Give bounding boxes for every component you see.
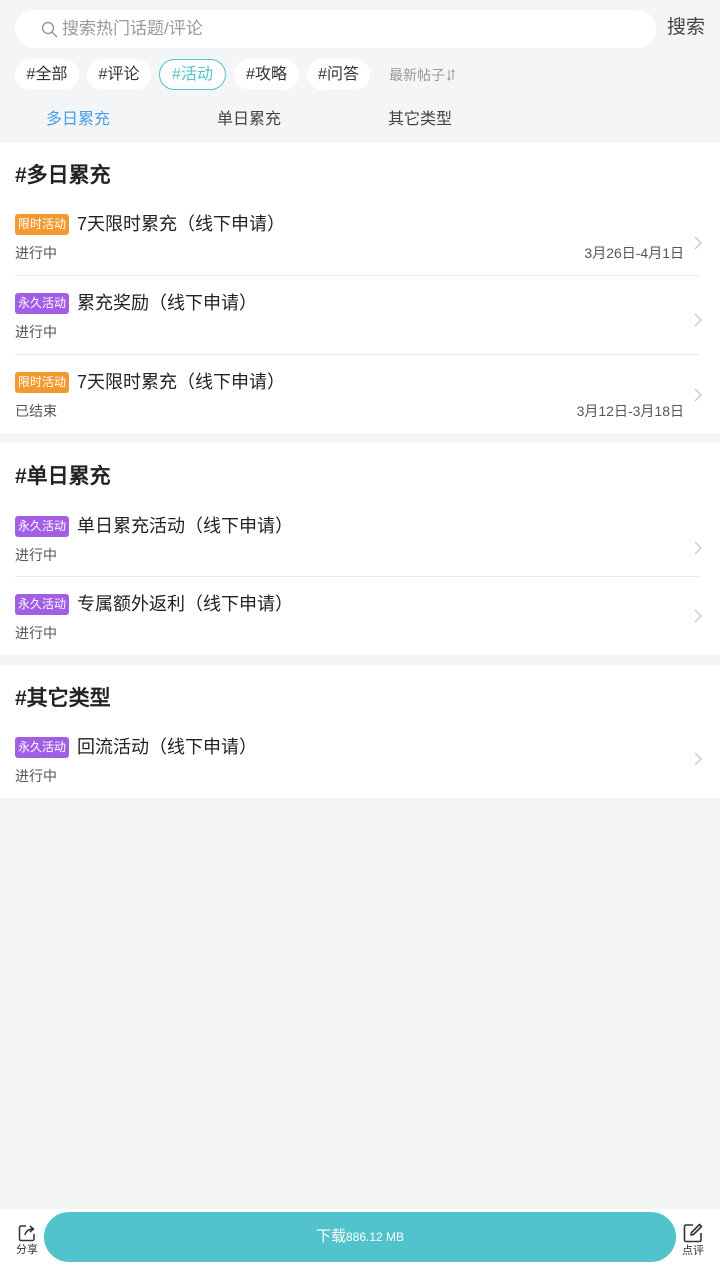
edit-icon xyxy=(683,1223,703,1243)
share-icon xyxy=(18,1225,35,1242)
badge-permanent: 永久活动 xyxy=(15,737,70,758)
chevron-right-icon xyxy=(694,752,702,766)
sort-icon xyxy=(447,69,455,81)
item-title: 单日累充活动（线下申请） xyxy=(77,516,293,536)
tag-activities[interactable]: #活动 xyxy=(159,59,226,90)
item-status: 已结束 xyxy=(15,403,57,419)
list-item[interactable]: 永久活动 累充奖励（线下申请） 进行中 xyxy=(0,275,720,354)
chevron-right-icon xyxy=(694,541,702,555)
item-title: 专属额外返利（线下申请） xyxy=(77,594,293,614)
item-title: 7天限时累充（线下申请） xyxy=(77,214,286,234)
tag-qa[interactable]: #问答 xyxy=(307,59,370,90)
divider xyxy=(15,275,700,276)
badge-permanent: 永久活动 xyxy=(15,594,70,615)
download-button[interactable]: 下载886.12 MB xyxy=(44,1212,676,1262)
item-status: 进行中 xyxy=(15,768,57,784)
section-other: #其它类型 永久活动 回流活动（线下申请） 进行中 xyxy=(0,665,720,798)
item-title: 7天限时累充（线下申请） xyxy=(77,372,286,392)
item-status: 进行中 xyxy=(15,547,57,563)
list-item[interactable]: 永久活动 专属额外返利（线下申请） 进行中 xyxy=(0,576,720,655)
share-button[interactable]: 分享 xyxy=(12,1223,42,1257)
search-input[interactable]: 搜索热门话题/评论 xyxy=(15,10,656,48)
subtab-other[interactable]: 其它类型 xyxy=(388,110,452,130)
download-label: 下载 xyxy=(315,1228,346,1245)
badge-permanent: 永久活动 xyxy=(15,293,70,314)
share-label: 分享 xyxy=(16,1244,38,1256)
item-date: 3月26日-4月1日 xyxy=(584,245,684,261)
sort-label: 最新帖子 xyxy=(389,67,445,83)
item-status: 进行中 xyxy=(15,324,57,340)
chevron-right-icon xyxy=(694,388,702,402)
divider xyxy=(15,354,700,355)
list-item[interactable]: 限时活动 7天限时累充（线下申请） 已结束 3月12日-3月18日 xyxy=(0,354,720,433)
divider xyxy=(15,576,700,577)
section-single-day: #单日累充 永久活动 单日累充活动（线下申请） 进行中 永久活动 专属额外返利（… xyxy=(0,443,720,655)
item-status: 进行中 xyxy=(15,625,57,641)
top-area: 搜索热门话题/评论 搜索 #全部 #评论 #活动 #攻略 #问答 最新帖子 多日… xyxy=(0,0,720,142)
chevron-right-icon xyxy=(694,313,702,327)
list-item[interactable]: 限时活动 7天限时累充（线下申请） 进行中 3月26日-4月1日 xyxy=(0,196,720,275)
item-title: 累充奖励（线下申请） xyxy=(77,293,257,313)
search-placeholder: 搜索热门话题/评论 xyxy=(62,19,203,38)
section-title: #多日累充 xyxy=(15,164,111,187)
subtab-single-day[interactable]: 单日累充 xyxy=(217,110,281,130)
item-title: 回流活动（线下申请） xyxy=(77,737,257,757)
badge-permanent: 永久活动 xyxy=(15,516,70,537)
chevron-right-icon xyxy=(694,236,702,250)
review-button[interactable]: 点评 xyxy=(678,1222,708,1258)
search-button[interactable]: 搜索 xyxy=(667,17,705,39)
section-multi-day: #多日累充 限时活动 7天限时累充（线下申请） 进行中 3月26日-4月1日 永… xyxy=(0,142,720,433)
bottom-bar: 分享 下载886.12 MB 点评 xyxy=(0,1209,720,1269)
item-status: 进行中 xyxy=(15,245,57,261)
section-title: #其它类型 xyxy=(15,687,111,710)
search-icon xyxy=(41,21,58,38)
badge-limited: 限时活动 xyxy=(15,372,70,393)
list-item[interactable]: 永久活动 回流活动（线下申请） 进行中 xyxy=(0,719,720,798)
badge-limited: 限时活动 xyxy=(15,214,70,235)
item-date: 3月12日-3月18日 xyxy=(576,403,684,419)
chevron-right-icon xyxy=(694,609,702,623)
subtab-multi-day[interactable]: 多日累充 xyxy=(46,110,110,130)
tag-all[interactable]: #全部 xyxy=(15,59,79,90)
list-item[interactable]: 永久活动 单日累充活动（线下申请） 进行中 xyxy=(0,498,720,577)
download-size: 886.12 MB xyxy=(345,1230,405,1244)
review-label: 点评 xyxy=(682,1245,704,1257)
tag-guides[interactable]: #攻略 xyxy=(234,59,299,90)
sort-button[interactable]: 最新帖子 xyxy=(389,66,455,84)
section-title: #单日累充 xyxy=(15,465,111,488)
tag-comments[interactable]: #评论 xyxy=(87,59,151,90)
